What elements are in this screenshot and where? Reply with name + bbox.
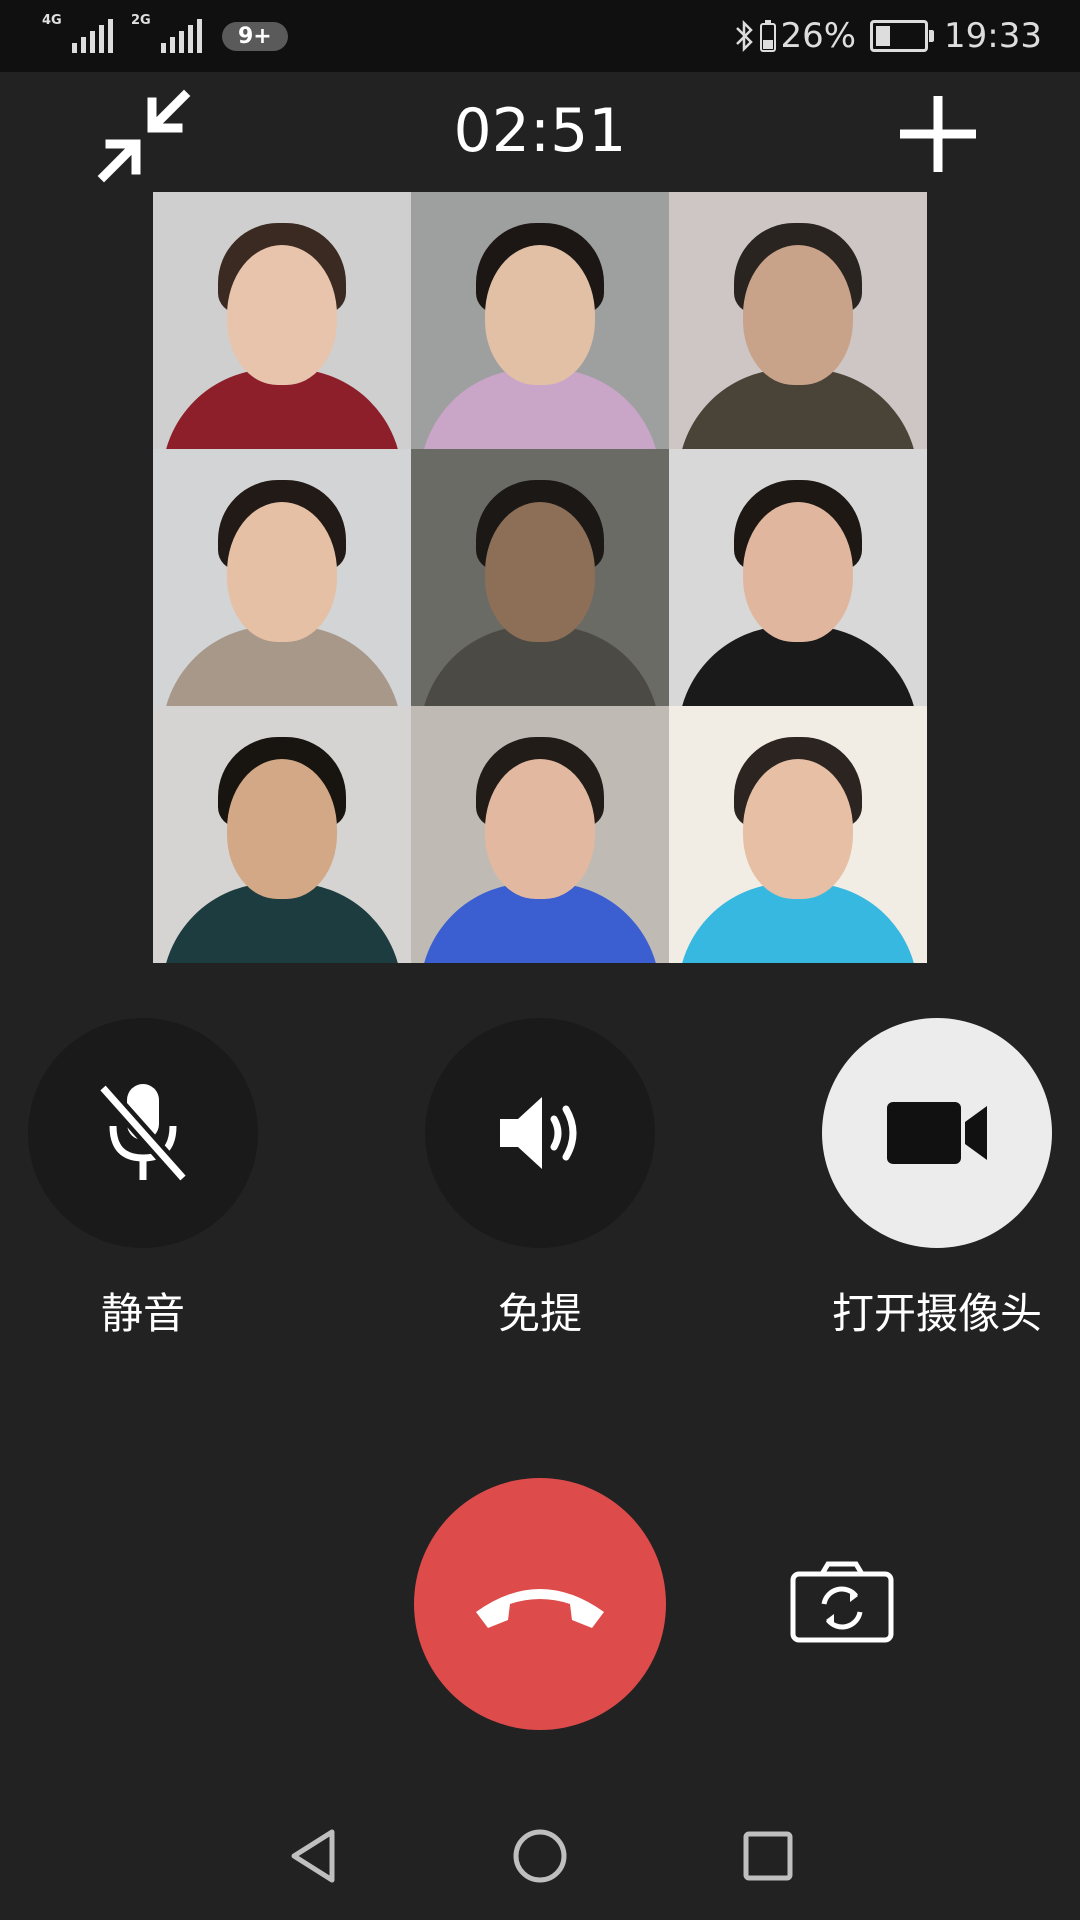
signal-bars-icon bbox=[72, 19, 113, 53]
participant-face bbox=[743, 502, 853, 643]
participant-face bbox=[227, 759, 337, 900]
status-bar: 4G 2G 9+ 26% 19:33 bbox=[0, 0, 1080, 72]
participant-video-tile[interactable] bbox=[411, 449, 669, 706]
recents-square-icon[interactable] bbox=[736, 1824, 800, 1888]
participant-video-tile[interactable] bbox=[411, 192, 669, 449]
speaker-label: 免提 bbox=[497, 1289, 582, 1338]
mute-button[interactable] bbox=[28, 1018, 258, 1248]
participant-video-tile[interactable] bbox=[153, 706, 411, 963]
bluetooth-icon bbox=[736, 19, 754, 53]
navigation-bar bbox=[0, 1800, 1080, 1920]
signal-bars-icon bbox=[161, 19, 202, 53]
home-circle-icon[interactable] bbox=[508, 1824, 572, 1888]
call-timer: 02:51 bbox=[453, 96, 627, 166]
battery-small-icon bbox=[760, 20, 777, 52]
mic-off-icon bbox=[97, 1082, 189, 1184]
video-camera-icon bbox=[887, 1102, 987, 1164]
participant-face bbox=[227, 245, 337, 386]
clock: 19:33 bbox=[944, 16, 1042, 56]
video-grid bbox=[153, 192, 927, 964]
add-participant-button[interactable] bbox=[896, 92, 980, 176]
back-triangle-icon[interactable] bbox=[282, 1824, 346, 1888]
participant-face bbox=[743, 759, 853, 900]
phone-hangup-icon bbox=[476, 1589, 604, 1628]
camera-flip-icon[interactable] bbox=[790, 1560, 894, 1644]
camera-button[interactable] bbox=[822, 1018, 1052, 1248]
participant-video-tile[interactable] bbox=[411, 706, 669, 963]
notification-badge: 9+ bbox=[222, 21, 288, 51]
participant-face bbox=[485, 245, 595, 386]
signal-4g-label: 4G bbox=[42, 13, 62, 28]
participant-video-tile[interactable] bbox=[669, 706, 927, 963]
participant-face bbox=[743, 245, 853, 386]
status-bar-right: 26% 19:33 bbox=[734, 14, 1042, 58]
participant-video-tile[interactable] bbox=[669, 192, 927, 449]
mute-label: 静音 bbox=[100, 1289, 185, 1338]
speaker-button[interactable] bbox=[425, 1018, 655, 1248]
participant-video-tile[interactable] bbox=[153, 192, 411, 449]
speaker-icon bbox=[500, 1097, 577, 1169]
battery-percent: 26% bbox=[780, 16, 857, 56]
signal-2g: 2G bbox=[127, 13, 202, 53]
participant-face bbox=[227, 502, 337, 643]
participant-face bbox=[485, 502, 595, 643]
signal-2g-label: 2G bbox=[131, 13, 151, 28]
hangup-button[interactable] bbox=[414, 1478, 666, 1730]
participant-video-tile[interactable] bbox=[153, 449, 411, 706]
signal-4g: 4G bbox=[38, 13, 113, 53]
plus-icon bbox=[900, 96, 976, 172]
camera-label: 打开摄像头 bbox=[831, 1289, 1042, 1338]
status-bar-left: 4G 2G 9+ bbox=[38, 13, 288, 56]
battery-icon bbox=[870, 20, 935, 52]
participant-video-tile[interactable] bbox=[669, 449, 927, 706]
participant-face bbox=[485, 759, 595, 900]
minimize-icon[interactable] bbox=[96, 88, 192, 184]
